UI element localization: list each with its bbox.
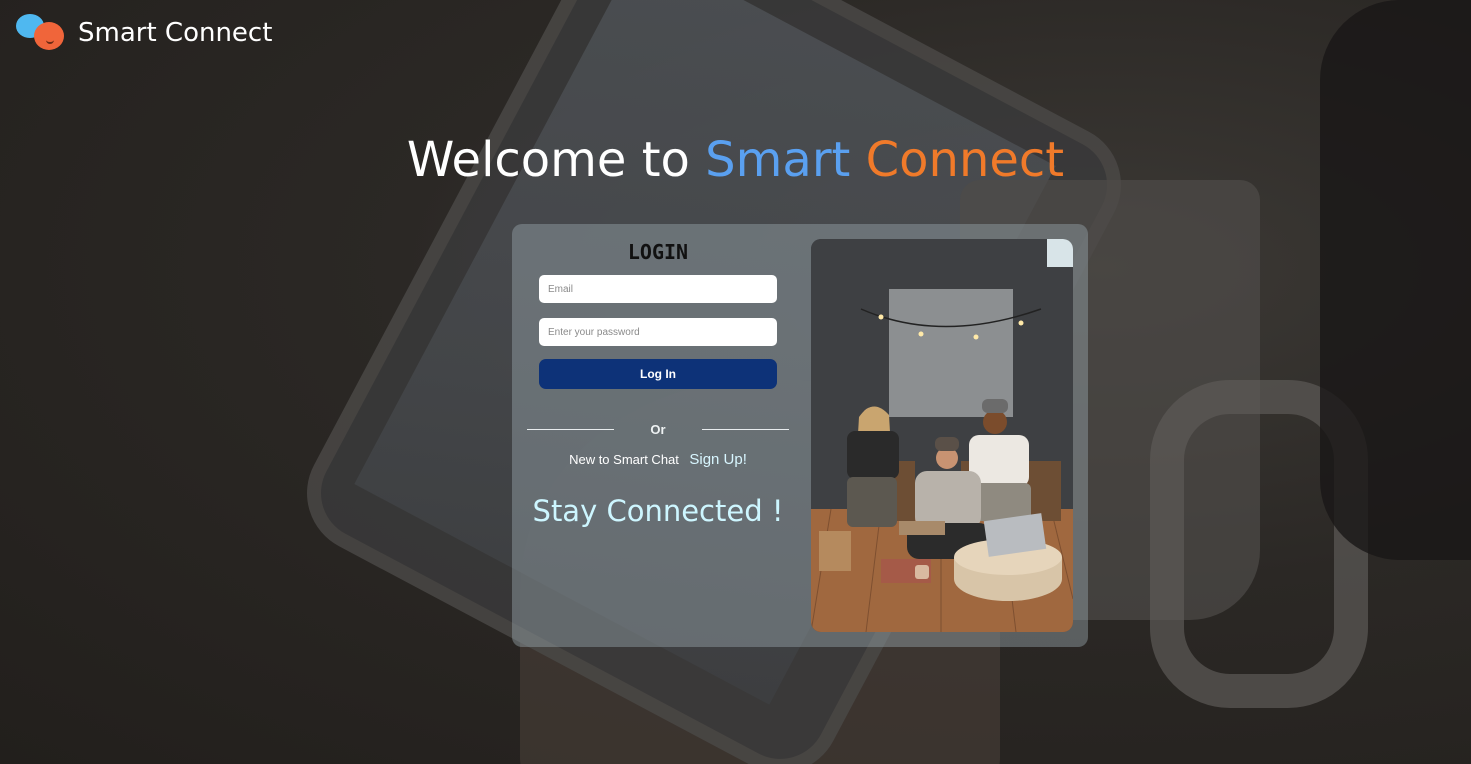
brand-name: Smart Connect <box>78 18 273 48</box>
email-input[interactable] <box>539 275 777 303</box>
welcome-prefix: Welcome to <box>406 132 690 188</box>
chat-bubbles-logo-icon <box>16 12 68 54</box>
team-photo <box>811 239 1073 632</box>
signup-row: New to Smart Chat Sign Up! <box>512 451 804 469</box>
bg-dark-object <box>1320 0 1471 560</box>
signup-link[interactable]: Sign Up! <box>689 451 747 468</box>
password-input[interactable] <box>539 318 777 346</box>
login-button[interactable]: Log In <box>539 359 777 389</box>
welcome-word-connect: Connect <box>865 132 1065 188</box>
brand[interactable]: Smart Connect <box>16 12 272 54</box>
divider-right <box>702 429 789 430</box>
login-card: LOGIN Log In Or New to Smart Chat Sign U… <box>512 224 1088 647</box>
signup-prompt: New to Smart Chat <box>569 452 679 467</box>
welcome-word-smart: Smart <box>705 132 851 188</box>
tagline: Stay Connected ! <box>532 494 784 528</box>
login-title: LOGIN <box>627 240 689 264</box>
welcome-heading: Welcome to Smart Connect <box>0 132 1471 188</box>
